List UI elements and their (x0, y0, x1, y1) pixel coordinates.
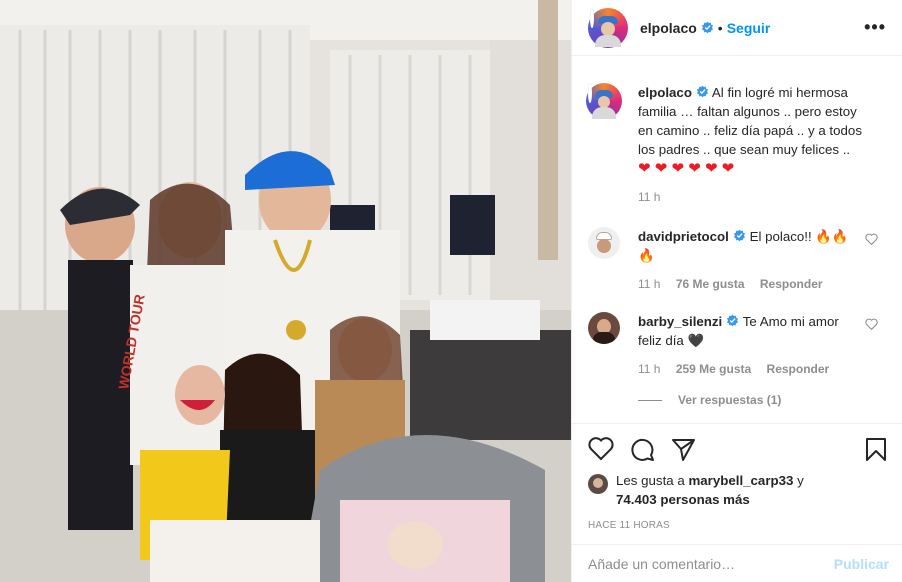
comment-composer: Añade un comentario… Publicar (572, 544, 902, 582)
comment-like-heart-icon[interactable] (865, 233, 878, 245)
comment-username[interactable]: davidprietocol (638, 229, 729, 244)
family-photo-illustration: WORLD TOUR (0, 0, 571, 582)
post-header: elpolaco • Seguir ••• (572, 0, 902, 56)
follow-button[interactable]: Seguir (727, 20, 771, 36)
caption-hearts: ❤ ❤ ❤ ❤ ❤ ❤ (638, 160, 735, 177)
comment-like-heart-icon[interactable] (865, 318, 878, 330)
commenter-avatar[interactable] (588, 227, 620, 259)
liker-avatar[interactable] (588, 474, 608, 494)
comment-input[interactable]: Añade un comentario… (588, 556, 735, 572)
post-side-panel: elpolaco • Seguir ••• elpolaco Al fin lo… (571, 0, 902, 582)
comment: barby_silenzi Te Amo mi amor feliz día 🖤… (588, 312, 887, 379)
comment-likes[interactable]: 76 Me gusta (676, 277, 745, 291)
caption-body: elpolaco Al fin logré mi hermosa familia… (638, 83, 863, 207)
caption: elpolaco Al fin logré mi hermosa familia… (586, 83, 887, 207)
comment-body: barby_silenzi Te Amo mi amor feliz día 🖤… (638, 312, 856, 379)
view-replies[interactable]: Ver respuestas (1) (638, 393, 887, 407)
more-options-icon[interactable]: ••• (864, 17, 886, 38)
publish-button[interactable]: Publicar (834, 556, 889, 572)
verified-badge-icon (701, 21, 713, 34)
comment-meta: 11 h 76 Me gusta Responder (638, 275, 856, 294)
author-username[interactable]: elpolaco (640, 20, 697, 36)
posted-ago[interactable]: HACE 11 HORAS (588, 520, 887, 531)
bookmark-icon[interactable] (865, 437, 887, 462)
comment-icon[interactable] (630, 437, 655, 462)
comment-meta: 11 h 259 Me gusta Responder (638, 360, 856, 379)
post-photo[interactable]: WORLD TOUR (0, 0, 571, 582)
caption-username[interactable]: elpolaco (638, 85, 692, 100)
reply-button[interactable]: Responder (760, 277, 823, 291)
view-replies-label[interactable]: Ver respuestas (1) (678, 393, 781, 407)
separator-dot: • (717, 19, 723, 36)
comment-likes[interactable]: 259 Me gusta (676, 362, 751, 376)
post-actions: Les gusta a marybell_carp33 y 74.403 per… (572, 423, 902, 531)
comment: davidprietocol El polaco!! 🔥🔥🔥 11 h 76 M… (588, 227, 887, 294)
replies-divider (638, 399, 662, 401)
likes-count[interactable]: 74.403 personas más (616, 492, 750, 507)
comment-username[interactable]: barby_silenzi (638, 314, 722, 329)
verified-badge-icon (696, 85, 708, 98)
comment-body: davidprietocol El polaco!! 🔥🔥🔥 11 h 76 M… (638, 227, 856, 294)
author-avatar[interactable] (588, 7, 628, 48)
heart-icon[interactable] (588, 437, 614, 461)
action-icons (588, 436, 887, 462)
commenter-avatar[interactable] (588, 312, 620, 344)
comment-time[interactable]: 11 h (638, 362, 660, 376)
likes-prefix: Les gusta a (616, 473, 689, 488)
comments-list[interactable]: elpolaco Al fin logré mi hermosa familia… (572, 73, 902, 423)
liker-username[interactable]: marybell_carp33 (688, 473, 793, 488)
likes-conj: y (793, 473, 804, 488)
caption-time[interactable]: 11 h (638, 190, 660, 204)
verified-badge-icon (733, 229, 745, 242)
verified-badge-icon (727, 314, 739, 327)
caption-meta: 11 h (638, 188, 863, 207)
caption-avatar[interactable] (586, 83, 622, 119)
likes-summary: Les gusta a marybell_carp33 y 74.403 per… (588, 471, 887, 509)
share-icon[interactable] (671, 437, 696, 462)
comment-time[interactable]: 11 h (638, 277, 660, 291)
reply-button[interactable]: Responder (767, 362, 830, 376)
